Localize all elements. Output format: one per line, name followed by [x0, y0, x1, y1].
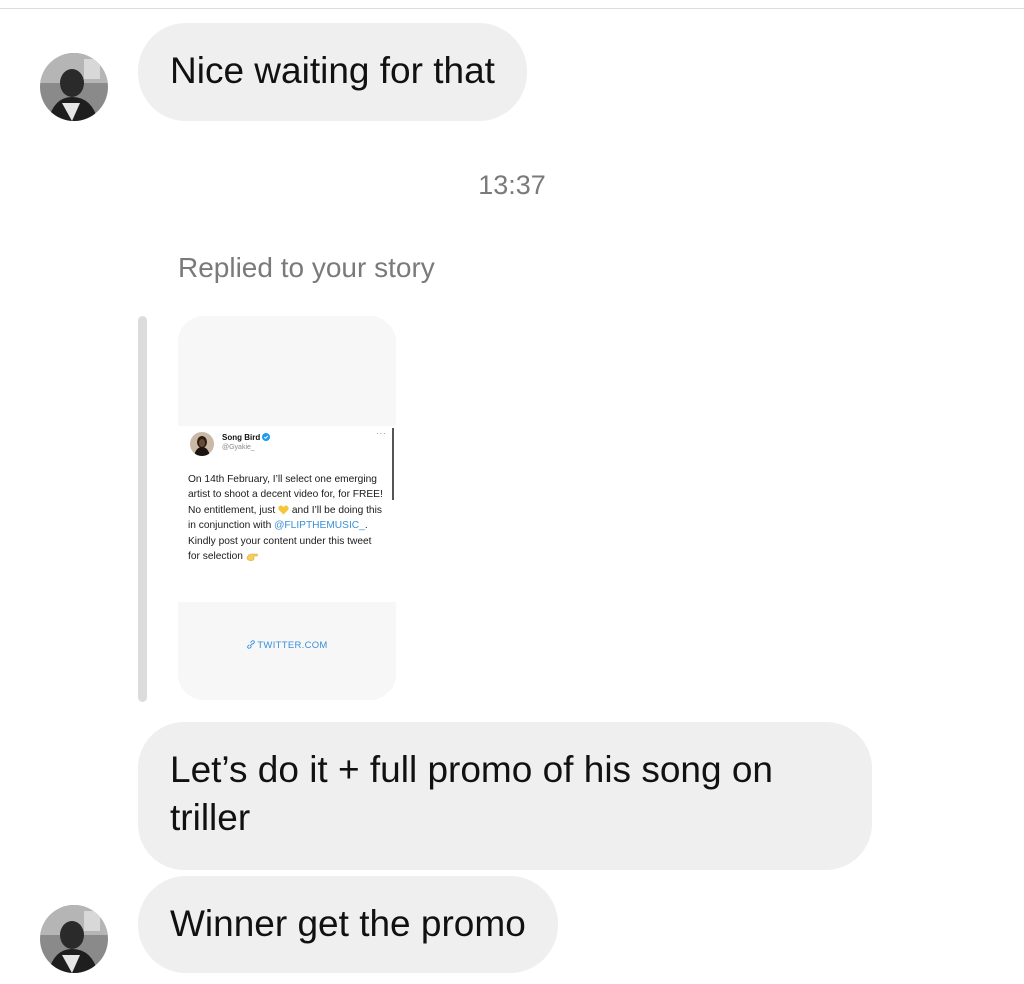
message-bubble[interactable]: Winner get the promo — [138, 876, 558, 973]
top-divider — [0, 8, 1024, 9]
message-text: Nice waiting for that — [170, 50, 495, 91]
tweet-author-name: Song Bird — [222, 433, 261, 442]
link-icon — [247, 640, 256, 649]
sender-avatar[interactable] — [40, 905, 108, 973]
tweet-text: On 14th February, I’ll select one emergi… — [188, 472, 384, 564]
message-bubble[interactable]: Let’s do it + full promo of his song on … — [138, 722, 872, 870]
tweet-author-avatar — [190, 432, 214, 456]
tweet-screenshot: Song Bird @Gyakie_ ··· On 14th February,… — [178, 426, 396, 602]
tweet-edge-line — [392, 428, 394, 500]
tweet-mention-link: @FLIPTHEMUSIC_ — [274, 520, 365, 532]
story-reply-label: Replied to your story — [178, 252, 435, 283]
tweet-author-handle: @Gyakie_ — [222, 444, 255, 451]
reply-quote-bar — [138, 316, 147, 702]
more-icon: ··· — [376, 428, 387, 438]
message-text: Winner get the promo — [170, 903, 526, 944]
yellow-heart-icon — [278, 505, 289, 515]
avatar-photo-icon — [40, 905, 108, 973]
pointing-hand-icon — [246, 553, 258, 561]
verified-badge-icon — [262, 433, 270, 441]
message-timestamp: 13:37 — [478, 170, 546, 200]
sender-avatar[interactable] — [40, 53, 108, 121]
message-text: Let’s do it + full promo of his song on … — [170, 749, 773, 838]
message-bubble[interactable]: Nice waiting for that — [138, 23, 527, 121]
avatar-photo-icon — [40, 53, 108, 121]
story-preview-card[interactable]: Song Bird @Gyakie_ ··· On 14th February,… — [178, 316, 396, 700]
twitter-link[interactable]: TWITTER.COM — [178, 640, 396, 651]
twitter-link-text: TWITTER.COM — [257, 640, 328, 651]
